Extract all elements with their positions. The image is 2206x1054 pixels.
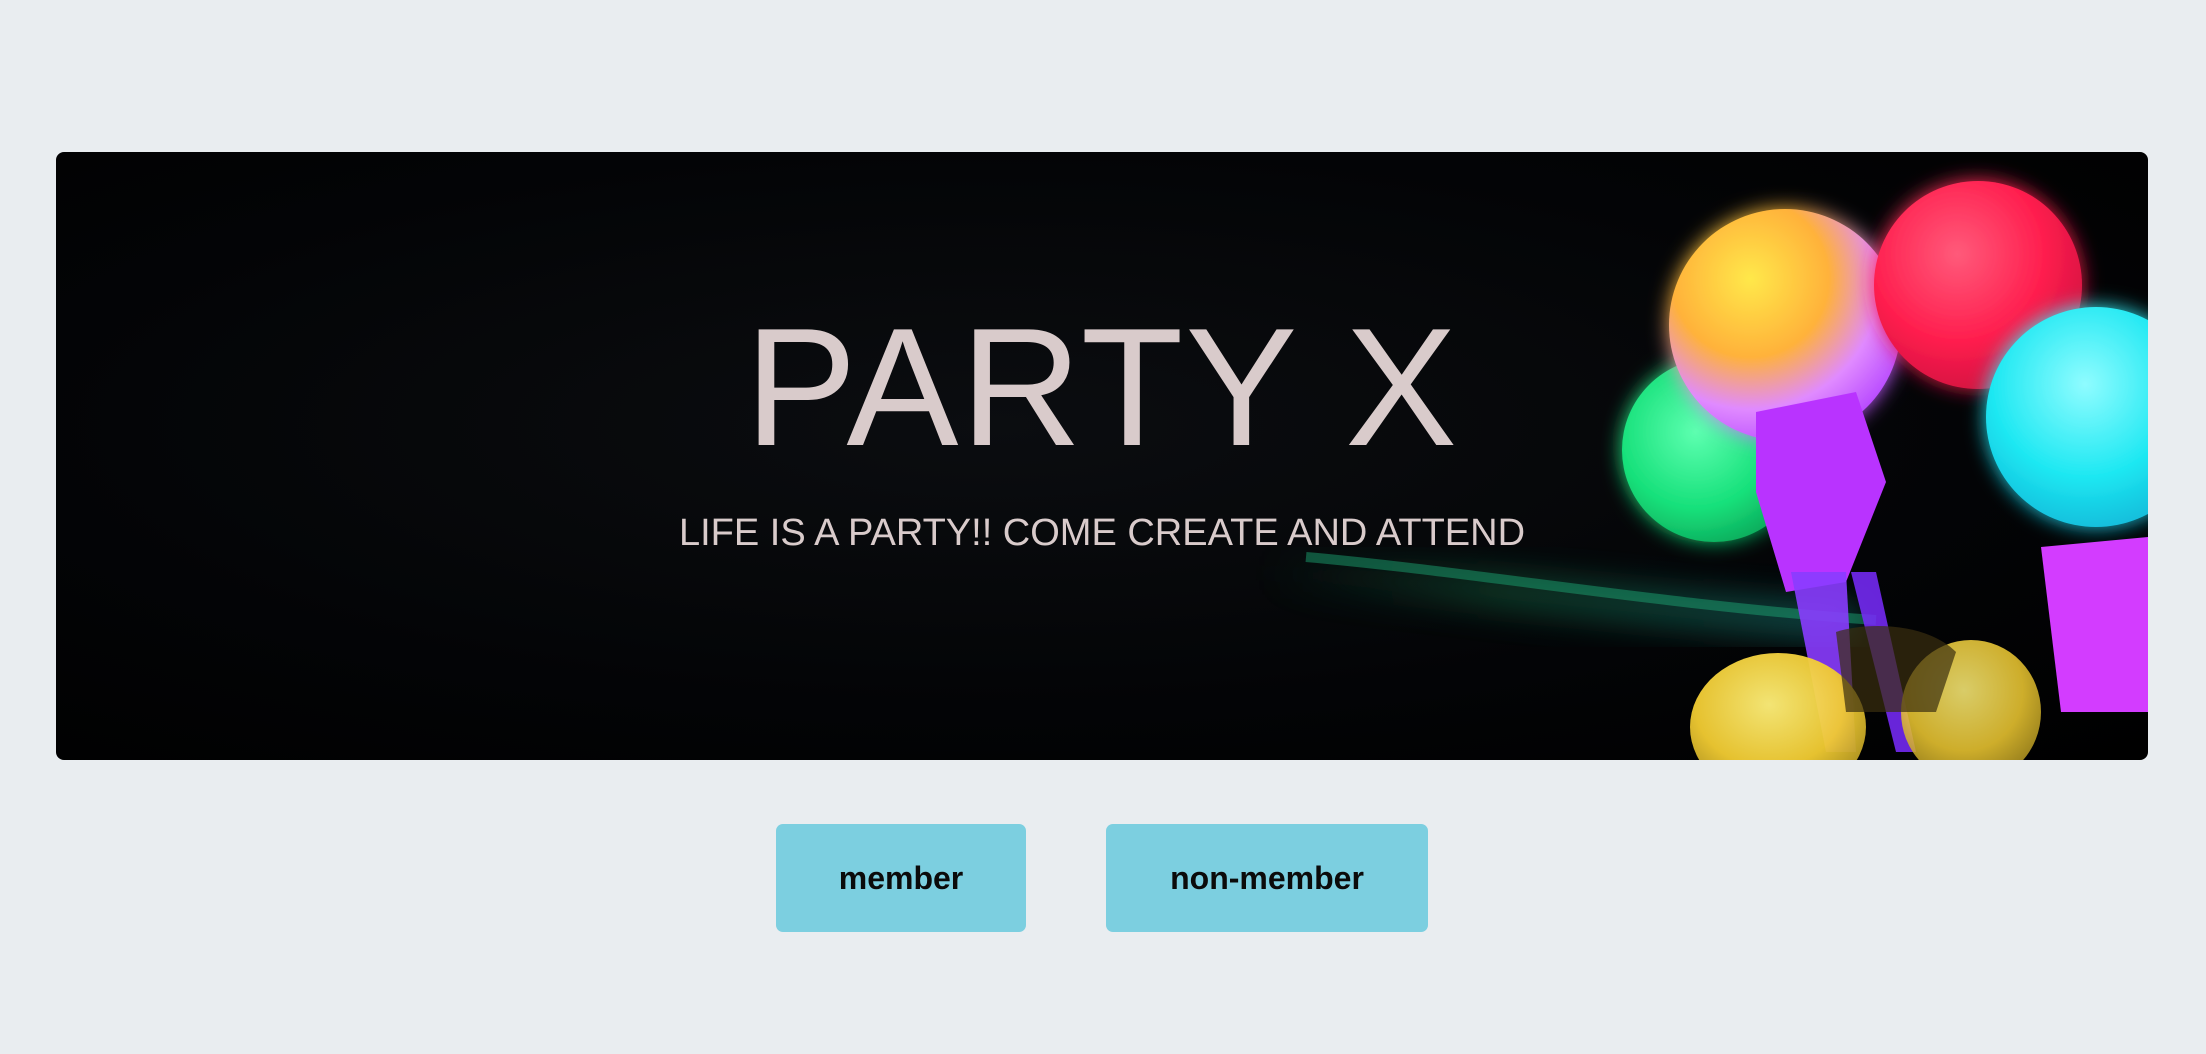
non-member-button[interactable]: non-member [1106,824,1428,932]
hero-title: PARTY X [744,293,1460,481]
hero-tagline: LIFE IS A PARTY!! COME CREATE AND ATTEND [678,512,1526,554]
member-button[interactable]: member [776,824,1026,932]
hero-banner: PARTY X LIFE IS A PARTY!! COME CREATE AN… [56,152,2148,760]
